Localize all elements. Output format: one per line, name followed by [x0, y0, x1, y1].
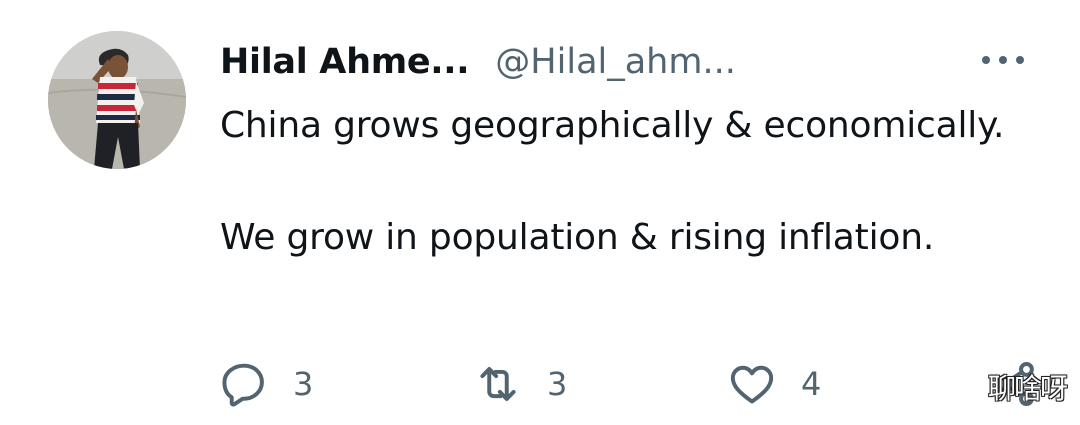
more-icon-dot [1016, 56, 1024, 64]
like-button[interactable]: 4 [727, 358, 821, 410]
tweet-actions: 3 3 4 [0, 358, 1080, 414]
avatar[interactable] [48, 31, 186, 169]
more-icon-dot [999, 56, 1007, 64]
retweet-icon [480, 367, 516, 401]
retweet-count: 3 [547, 365, 568, 403]
tweet-text: China grows geographically & economicall… [220, 98, 1020, 266]
heart-icon [730, 365, 774, 404]
tweet-card: Hilal Ahme... @Hilal_ahm... China grows … [0, 0, 1080, 425]
tweet-paragraph: We grow in population & rising inflation… [220, 217, 935, 258]
like-count: 4 [801, 365, 822, 403]
author-display-name[interactable]: Hilal Ahme... [220, 42, 470, 82]
retweet-button[interactable]: 3 [473, 358, 567, 410]
watermark: 聊啥呀 [987, 372, 1068, 405]
reply-icon [222, 363, 264, 407]
more-options-button[interactable] [982, 48, 1024, 72]
avatar-photo [48, 31, 186, 169]
author-handle[interactable]: @Hilal_ahm... [495, 42, 736, 82]
reply-button[interactable]: 3 [219, 358, 313, 410]
more-icon-dot [982, 56, 990, 64]
reply-count: 3 [293, 365, 314, 403]
tweet-header: Hilal Ahme... @Hilal_ahm... [220, 38, 736, 86]
tweet-paragraph: China grows geographically & economicall… [220, 105, 1005, 146]
